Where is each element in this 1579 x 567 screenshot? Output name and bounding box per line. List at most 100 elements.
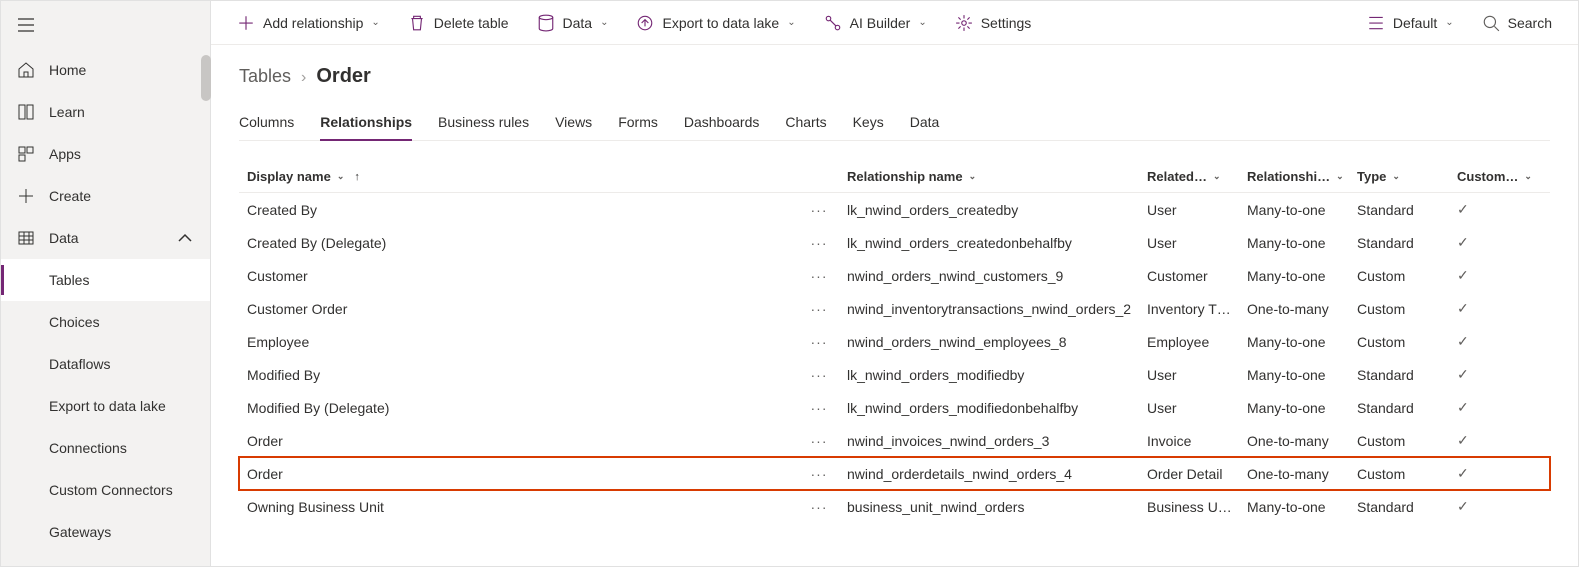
export-to-data-lake-button[interactable]: Export to data lake ⌄ xyxy=(626,1,805,44)
chevron-down-icon: ⌄ xyxy=(371,17,379,28)
search-button[interactable]: Search xyxy=(1472,1,1562,44)
cmd-label: Add relationship xyxy=(263,15,363,31)
more-icon: ··· xyxy=(811,202,828,218)
sidebar-item-create[interactable]: Create xyxy=(1,175,210,217)
cell-type: Standard xyxy=(1349,366,1449,383)
table-row[interactable]: Customer···nwind_orders_nwind_customers_… xyxy=(239,259,1550,292)
cell-type: Custom xyxy=(1349,267,1449,284)
tab-charts[interactable]: Charts xyxy=(785,106,826,140)
cell-related: Invoice xyxy=(1139,432,1239,449)
table-row[interactable]: Created By (Delegate)···lk_nwind_orders_… xyxy=(239,226,1550,259)
cell-relationship-type: Many-to-one xyxy=(1239,201,1349,218)
sidebar-item-connections[interactable]: Connections xyxy=(1,427,210,469)
ai-builder-button[interactable]: AI Builder ⌄ xyxy=(814,1,937,44)
settings-button[interactable]: Settings xyxy=(945,1,1042,44)
sidebar-item-tables[interactable]: Tables xyxy=(1,259,210,301)
row-more-button[interactable]: ··· xyxy=(799,333,839,350)
table-row[interactable]: Employee···nwind_orders_nwind_employees_… xyxy=(239,325,1550,358)
sidebar-item-apps[interactable]: Apps xyxy=(1,133,210,175)
sidebar-item-home[interactable]: Home xyxy=(1,49,210,91)
row-more-button[interactable]: ··· xyxy=(799,366,839,383)
add-relationship-button[interactable]: Add relationship ⌄ xyxy=(227,1,390,44)
database-icon xyxy=(537,14,555,32)
scrollbar-thumb[interactable] xyxy=(201,55,211,101)
sidebar-item-custom-connectors[interactable]: Custom Connectors xyxy=(1,469,210,511)
cell-type: Standard xyxy=(1349,234,1449,251)
cell-relationship-type: One-to-many xyxy=(1239,300,1349,317)
sidebar-item-label: Create xyxy=(49,188,91,204)
row-more-button[interactable]: ··· xyxy=(799,234,839,251)
tab-views[interactable]: Views xyxy=(555,106,592,140)
cell-relationship-name: nwind_orders_nwind_employees_8 xyxy=(839,333,1139,350)
table-row[interactable]: Order ··· nwind_orderdetails_nwind_orders_… xyxy=(239,457,1550,490)
column-header-display-name[interactable]: Display name⌄ xyxy=(239,169,799,184)
sidebar-item-export-to-data-lake[interactable]: Export to data lake xyxy=(1,385,210,427)
chevron-up-icon xyxy=(176,229,194,247)
column-header-relationship-type[interactable]: Relationshi…⌄ xyxy=(1239,169,1349,184)
cell-custom: ✓ xyxy=(1449,498,1519,515)
table-row[interactable]: Order···nwind_invoices_nwind_orders_3Inv… xyxy=(239,424,1550,457)
sidebar-item-learn[interactable]: Learn xyxy=(1,91,210,133)
breadcrumb-current: Order xyxy=(316,65,370,88)
table-row[interactable]: Modified By (Delegate)···lk_nwind_orders… xyxy=(239,391,1550,424)
view-mode-button[interactable]: Default ⌄ xyxy=(1357,1,1464,44)
column-header-type[interactable]: Type⌄ xyxy=(1349,169,1449,184)
data-button[interactable]: Data ⌄ xyxy=(527,1,619,44)
sidebar-item-label: Apps xyxy=(49,146,81,162)
tab-relationships[interactable]: Relationships xyxy=(320,106,412,140)
cell-relationship-name: lk_nwind_orders_createdby xyxy=(839,201,1139,218)
more-icon: ··· xyxy=(811,235,828,251)
row-more-button[interactable]: ··· xyxy=(799,201,839,218)
sidebar-item-dataflows[interactable]: Dataflows xyxy=(1,343,210,385)
cell-relationship-name: nwind_orderdetails_nwind_orders_4 xyxy=(839,465,1139,482)
row-more-button[interactable]: ··· xyxy=(799,399,839,416)
cell-type: Standard xyxy=(1349,498,1449,515)
tab-forms[interactable]: Forms xyxy=(618,106,658,140)
table-row[interactable]: Customer Order···nwind_inventorytransact… xyxy=(239,292,1550,325)
table-row[interactable]: Created By···lk_nwind_orders_createdbyUs… xyxy=(239,193,1550,226)
table-row[interactable]: Owning Business Unit···business_unit_nwi… xyxy=(239,490,1550,523)
sidebar-item-label: Data xyxy=(49,230,79,246)
tab-data[interactable]: Data xyxy=(910,106,940,140)
cell-relationship-type: Many-to-one xyxy=(1239,399,1349,416)
tab-dashboards[interactable]: Dashboards xyxy=(684,106,760,140)
tab-business-rules[interactable]: Business rules xyxy=(438,106,529,140)
row-more-button[interactable]: ··· xyxy=(799,498,839,515)
more-icon: ··· xyxy=(811,301,828,317)
cell-display-name: Order xyxy=(239,465,799,482)
row-more-button[interactable]: ··· xyxy=(799,465,839,482)
tab-keys[interactable]: Keys xyxy=(853,106,884,140)
cell-relationship-type: Many-to-one xyxy=(1239,267,1349,284)
trash-icon xyxy=(408,14,426,32)
table-row[interactable]: Modified By···lk_nwind_orders_modifiedby… xyxy=(239,358,1550,391)
cell-display-name: Customer xyxy=(239,267,799,284)
sidebar-item-data[interactable]: Data xyxy=(1,217,210,259)
cell-related: User xyxy=(1139,399,1239,416)
sidebar-item-label: Choices xyxy=(49,314,100,330)
cell-relationship-name: lk_nwind_orders_modifiedby xyxy=(839,366,1139,383)
more-icon: ··· xyxy=(811,466,828,482)
column-header-related[interactable]: Related…⌄ xyxy=(1139,169,1239,184)
chevron-down-icon: ⌄ xyxy=(787,17,795,28)
list-icon xyxy=(1367,14,1385,32)
cmd-label: Default xyxy=(1393,15,1437,31)
hamburger-button[interactable] xyxy=(1,1,210,49)
cell-custom: ✓ xyxy=(1449,267,1519,284)
cell-display-name: Customer Order xyxy=(239,300,799,317)
cell-type: Custom xyxy=(1349,333,1449,350)
tab-columns[interactable]: Columns xyxy=(239,106,294,140)
sidebar-item-gateways[interactable]: Gateways xyxy=(1,511,210,553)
delete-table-button[interactable]: Delete table xyxy=(398,1,519,44)
sidebar-item-choices[interactable]: Choices xyxy=(1,301,210,343)
gear-icon xyxy=(955,14,973,32)
column-header-relationship-name[interactable]: Relationship name⌄ xyxy=(839,169,1139,184)
cell-relationship-name: business_unit_nwind_orders xyxy=(839,498,1139,515)
breadcrumb-root[interactable]: Tables xyxy=(239,66,291,87)
cell-type: Custom xyxy=(1349,465,1449,482)
row-more-button[interactable]: ··· xyxy=(799,432,839,449)
row-more-button[interactable]: ··· xyxy=(799,300,839,317)
column-header-custom[interactable]: Custom…⌄ xyxy=(1449,169,1519,184)
cell-display-name: Modified By xyxy=(239,366,799,383)
breadcrumb: Tables › Order xyxy=(239,65,1550,88)
row-more-button[interactable]: ··· xyxy=(799,267,839,284)
